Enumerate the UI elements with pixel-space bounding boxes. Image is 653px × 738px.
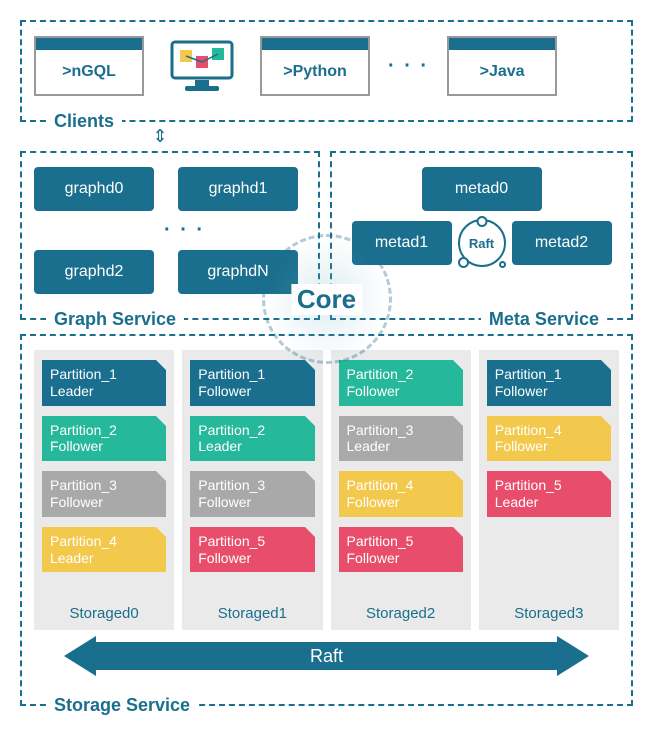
client-label: >nGQL (36, 50, 142, 94)
partition-block: Partition_2Follower (339, 360, 463, 406)
partition-block: Partition_2Leader (190, 416, 314, 462)
partition-block: Partition_4Leader (42, 527, 166, 573)
partition-block: Partition_1Follower (487, 360, 611, 406)
client-label: >Python (262, 50, 368, 94)
partition-block: Partition_5Leader (487, 471, 611, 517)
clients-row: >nGQL >Python · · · >Java (34, 36, 619, 96)
meta-service-label: Meta Service (481, 309, 607, 330)
graphd-node: graphd1 (178, 167, 298, 211)
partition-block: Partition_1Leader (42, 360, 166, 406)
partition-block: Partition_4Follower (339, 471, 463, 517)
storage-columns: Partition_1LeaderPartition_2FollowerPart… (34, 350, 619, 630)
storage-column: Partition_1Follower Partition_2Leader Part… (182, 350, 322, 630)
monitor-icon (162, 38, 242, 94)
partition-block: Partition_1Follower (190, 360, 314, 406)
storage-name: Storaged2 (339, 605, 463, 622)
storage-name: Storaged1 (190, 605, 314, 622)
clients-ellipsis: · · · (388, 55, 429, 78)
storage-column: Partition_1Leader Partition_2Follower Part… (34, 350, 174, 630)
storage-name: Storaged3 (487, 605, 611, 622)
storage-service-box: Partition_1LeaderPartition_2FollowerPart… (20, 334, 633, 706)
storage-column: Partition_2Follower Partition_3Leader Part… (331, 350, 471, 630)
graphd-node: graphd2 (34, 250, 154, 294)
raft-icon: Raft (458, 219, 506, 267)
metad-node: metad2 (512, 221, 612, 265)
client-python: >Python (260, 36, 370, 96)
bidirectional-arrow-icon: ⇕ (150, 126, 170, 147)
partition-block: Partition_3Follower (42, 471, 166, 517)
core-label: Core (291, 284, 362, 315)
storage-service-label: Storage Service (46, 695, 198, 716)
client-label: >Java (449, 50, 555, 94)
arrow-right-icon (557, 636, 589, 676)
metad-node: metad0 (422, 167, 542, 211)
raft-bar-label: Raft (94, 642, 559, 670)
client-ngql: >nGQL (34, 36, 144, 96)
graphd-node: graphd0 (34, 167, 154, 211)
partition-block: Partition_3Leader (339, 416, 463, 462)
client-java: >Java (447, 36, 557, 96)
graph-ellipsis: · · · (164, 219, 205, 242)
partition-block: Partition_5Follower (339, 527, 463, 573)
partition-block: Partition_4Follower (487, 416, 611, 462)
partition-block: Partition_3Follower (190, 471, 314, 517)
storage-name: Storaged0 (42, 605, 166, 622)
arrow-left-icon (64, 636, 96, 676)
clients-box: >nGQL >Python · · · >Java Clients (20, 20, 633, 122)
partition-block: Partition_2Follower (42, 416, 166, 462)
clients-label: Clients (46, 111, 122, 132)
raft-bar: Raft (64, 636, 589, 676)
partition-block: Partition_5Follower (190, 527, 314, 573)
graph-service-label: Graph Service (46, 309, 184, 330)
storage-column: Partition_1Follower Partition_4Follower Pa… (479, 350, 619, 630)
